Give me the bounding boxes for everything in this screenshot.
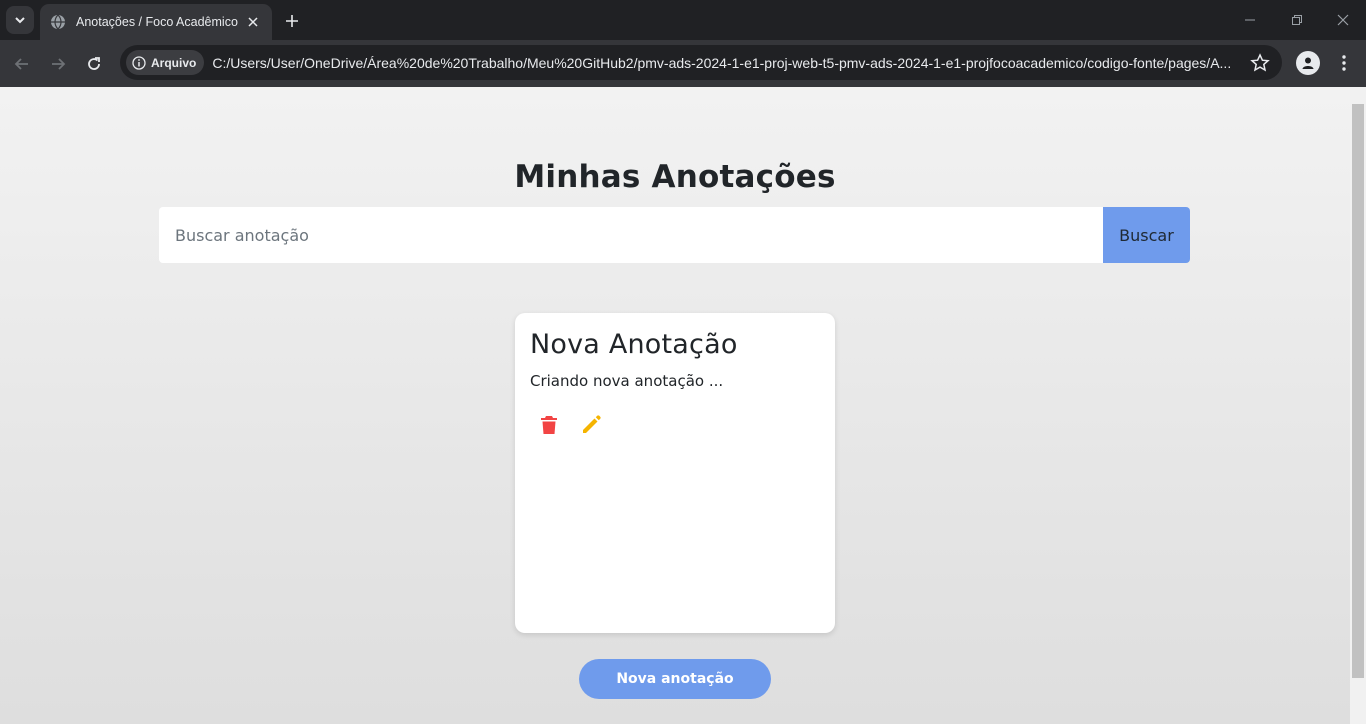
tab-strip: Anotações / Foco Acadêmico bbox=[0, 0, 1366, 40]
window-close-button[interactable] bbox=[1331, 8, 1355, 32]
site-info-label: Arquivo bbox=[151, 55, 197, 70]
minimize-icon bbox=[1245, 19, 1255, 21]
browser-tab[interactable]: Anotações / Foco Acadêmico bbox=[40, 4, 272, 40]
arrow-left-icon bbox=[14, 58, 28, 70]
profile-button[interactable] bbox=[1296, 51, 1320, 75]
search-button[interactable]: Buscar bbox=[1103, 207, 1190, 263]
new-tab-button[interactable] bbox=[280, 9, 304, 33]
reload-icon bbox=[88, 57, 100, 70]
page-title: Minhas Anotações bbox=[514, 159, 836, 195]
search-input[interactable] bbox=[159, 207, 1104, 263]
globe-icon bbox=[51, 14, 65, 30]
note-actions bbox=[530, 414, 820, 436]
page-viewport: Minhas Anotações Buscar Nova Anotação Cr… bbox=[0, 87, 1350, 724]
new-note-button[interactable]: Nova anotação bbox=[579, 659, 771, 699]
arrow-right-icon bbox=[52, 58, 66, 70]
reload-button[interactable] bbox=[82, 52, 106, 76]
tab-search-button[interactable] bbox=[6, 6, 34, 34]
back-button[interactable] bbox=[10, 52, 34, 76]
site-info-chip[interactable]: Arquivo bbox=[126, 50, 205, 75]
trash-icon bbox=[541, 416, 557, 434]
minimize-button[interactable] bbox=[1238, 8, 1262, 32]
browser-toolbar: Arquivo C:/Users/User/OneDrive/Área%20de… bbox=[0, 40, 1366, 87]
close-icon bbox=[1337, 14, 1349, 26]
url-text: C:/Users/User/OneDrive/Área%20de%20Traba… bbox=[212, 54, 1232, 71]
pencil-icon bbox=[583, 415, 601, 433]
scrollbar-thumb[interactable] bbox=[1352, 104, 1364, 678]
note-body: Criando nova anotação ... bbox=[530, 372, 724, 390]
plus-icon bbox=[286, 15, 298, 27]
note-title: Nova Anotação bbox=[530, 329, 738, 360]
info-icon bbox=[132, 55, 146, 70]
star-icon[interactable] bbox=[1250, 53, 1270, 73]
person-icon bbox=[1302, 57, 1314, 69]
chevron-down-icon bbox=[15, 17, 25, 24]
tab-title: Anotações / Foco Acadêmico bbox=[76, 15, 238, 29]
restore-icon bbox=[1292, 15, 1302, 25]
browser-menu-button[interactable] bbox=[1334, 51, 1354, 75]
address-bar[interactable]: Arquivo C:/Users/User/OneDrive/Área%20de… bbox=[120, 45, 1282, 80]
restore-button[interactable] bbox=[1285, 8, 1309, 32]
more-vert-icon bbox=[1342, 55, 1346, 71]
close-icon[interactable] bbox=[244, 13, 262, 31]
delete-note-button[interactable] bbox=[538, 414, 560, 436]
forward-button[interactable] bbox=[46, 52, 70, 76]
edit-note-button[interactable] bbox=[580, 414, 602, 436]
note-card: Nova Anotação Criando nova anotação ... bbox=[515, 313, 835, 633]
